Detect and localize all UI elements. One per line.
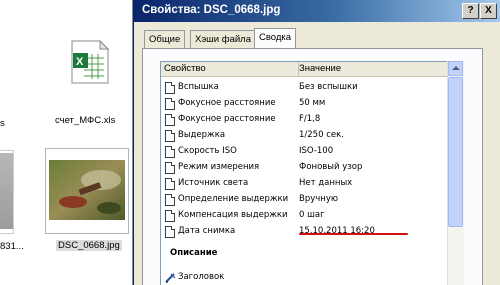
svg-text:X: X — [76, 56, 84, 68]
title-bar[interactable]: Свойства: DSC_0668.jpg ? X — [134, 0, 500, 22]
property-name: Режим измерения — [178, 162, 260, 172]
column-header-value[interactable]: Значение — [296, 62, 447, 76]
truncated-filename-top: s — [0, 118, 5, 129]
property-name: Источник света — [178, 178, 249, 188]
property-name: Компенсация выдержки — [178, 210, 288, 220]
property-name: Скорость ISO — [178, 146, 237, 156]
file-name-jpg[interactable]: DSC_0668.jpg — [56, 240, 122, 251]
property-value: Без вспышки — [299, 82, 358, 92]
property-value: Вручную — [299, 194, 339, 204]
list-item[interactable]: Скорость ISO ISO-100 — [161, 144, 448, 159]
property-name: Вспышка — [178, 82, 219, 92]
help-button[interactable]: ? — [462, 3, 479, 19]
property-value: Нет данных — [299, 178, 353, 188]
property-file-icon — [165, 114, 175, 126]
properties-list[interactable]: Свойство Значение Вспышка Без вспышки Фо… — [160, 61, 448, 285]
file-tile-jpg[interactable] — [45, 148, 129, 234]
scroll-up-arrow-icon[interactable] — [448, 61, 463, 76]
photo-thumbnail-image — [49, 160, 125, 220]
vertical-scrollbar[interactable] — [447, 61, 464, 285]
tab-file-hashes[interactable]: Хэши файла — [190, 30, 256, 48]
property-file-icon — [165, 210, 175, 222]
list-item[interactable]: Определение выдержки Вручную — [161, 192, 448, 207]
property-file-icon — [165, 162, 175, 174]
property-name: Фокусное расстояние — [178, 114, 276, 124]
property-value: 0 шаг — [299, 210, 325, 220]
property-file-icon — [165, 130, 175, 142]
close-button[interactable]: X — [480, 3, 497, 19]
property-file-icon — [165, 82, 175, 94]
file-tile-xls[interactable]: X — [48, 22, 130, 104]
list-item[interactable]: Источник света Нет данных — [161, 176, 448, 191]
property-name: Выдержка — [178, 130, 226, 140]
file-name-xls[interactable]: счет_МФС.xls — [55, 115, 115, 126]
properties-dialog: Свойства: DSC_0668.jpg ? X Общие Хэши фа… — [133, 0, 500, 285]
property-value: 1/250 сек. — [299, 130, 344, 140]
date-taken-value: 15.10.2011 16:20 — [299, 226, 375, 236]
property-value: 50 мм — [299, 98, 326, 108]
scrollbar-thumb[interactable] — [448, 77, 463, 227]
property-name: Дата снимка — [178, 226, 236, 236]
property-file-icon — [165, 194, 175, 206]
edit-pen-icon — [165, 273, 176, 283]
list-item[interactable]: Выдержка 1/250 сек. — [161, 128, 448, 143]
window-title: Свойства: DSC_0668.jpg — [142, 4, 281, 16]
property-file-icon — [165, 146, 175, 158]
property-value: ISO-100 — [299, 146, 334, 156]
property-name: Заголовок — [178, 272, 225, 282]
property-name: Фокусное расстояние — [178, 98, 276, 108]
tab-general[interactable]: Общие — [144, 30, 186, 48]
tab-summary[interactable]: Сводка — [254, 28, 297, 48]
list-item[interactable]: Фокусное расстояние 50 мм — [161, 96, 448, 111]
list-item[interactable]: Режим измерения Фоновый узор — [161, 160, 448, 175]
partial-thumbnail[interactable] — [0, 150, 14, 234]
section-title-description: Описание — [170, 248, 218, 258]
red-underline-highlight — [299, 233, 408, 235]
property-file-icon — [165, 226, 175, 238]
list-item[interactable]: Компенсация выдержки 0 шаг — [161, 208, 448, 223]
list-item[interactable]: Вспышка Без вспышки — [161, 80, 448, 95]
list-item[interactable]: Дата снимка 15.10.2011 16:20 — [161, 224, 448, 239]
column-header-property[interactable]: Свойство — [161, 62, 299, 76]
excel-file-icon: X — [71, 40, 110, 84]
list-header: Свойство Значение — [161, 62, 448, 77]
list-item[interactable]: Фокусное расстояние F/1,8 — [161, 112, 448, 127]
property-name: Определение выдержки — [178, 194, 289, 204]
property-file-icon — [165, 98, 175, 110]
summary-tab-panel: Свойство Значение Вспышка Без вспышки Фо… — [142, 48, 483, 285]
truncated-filename-bottom: 831... — [0, 241, 24, 252]
property-file-icon — [165, 178, 175, 190]
property-value: Фоновый узор — [299, 162, 363, 172]
property-value: F/1,8 — [299, 114, 321, 124]
partial-thumbnail-image — [0, 153, 13, 229]
